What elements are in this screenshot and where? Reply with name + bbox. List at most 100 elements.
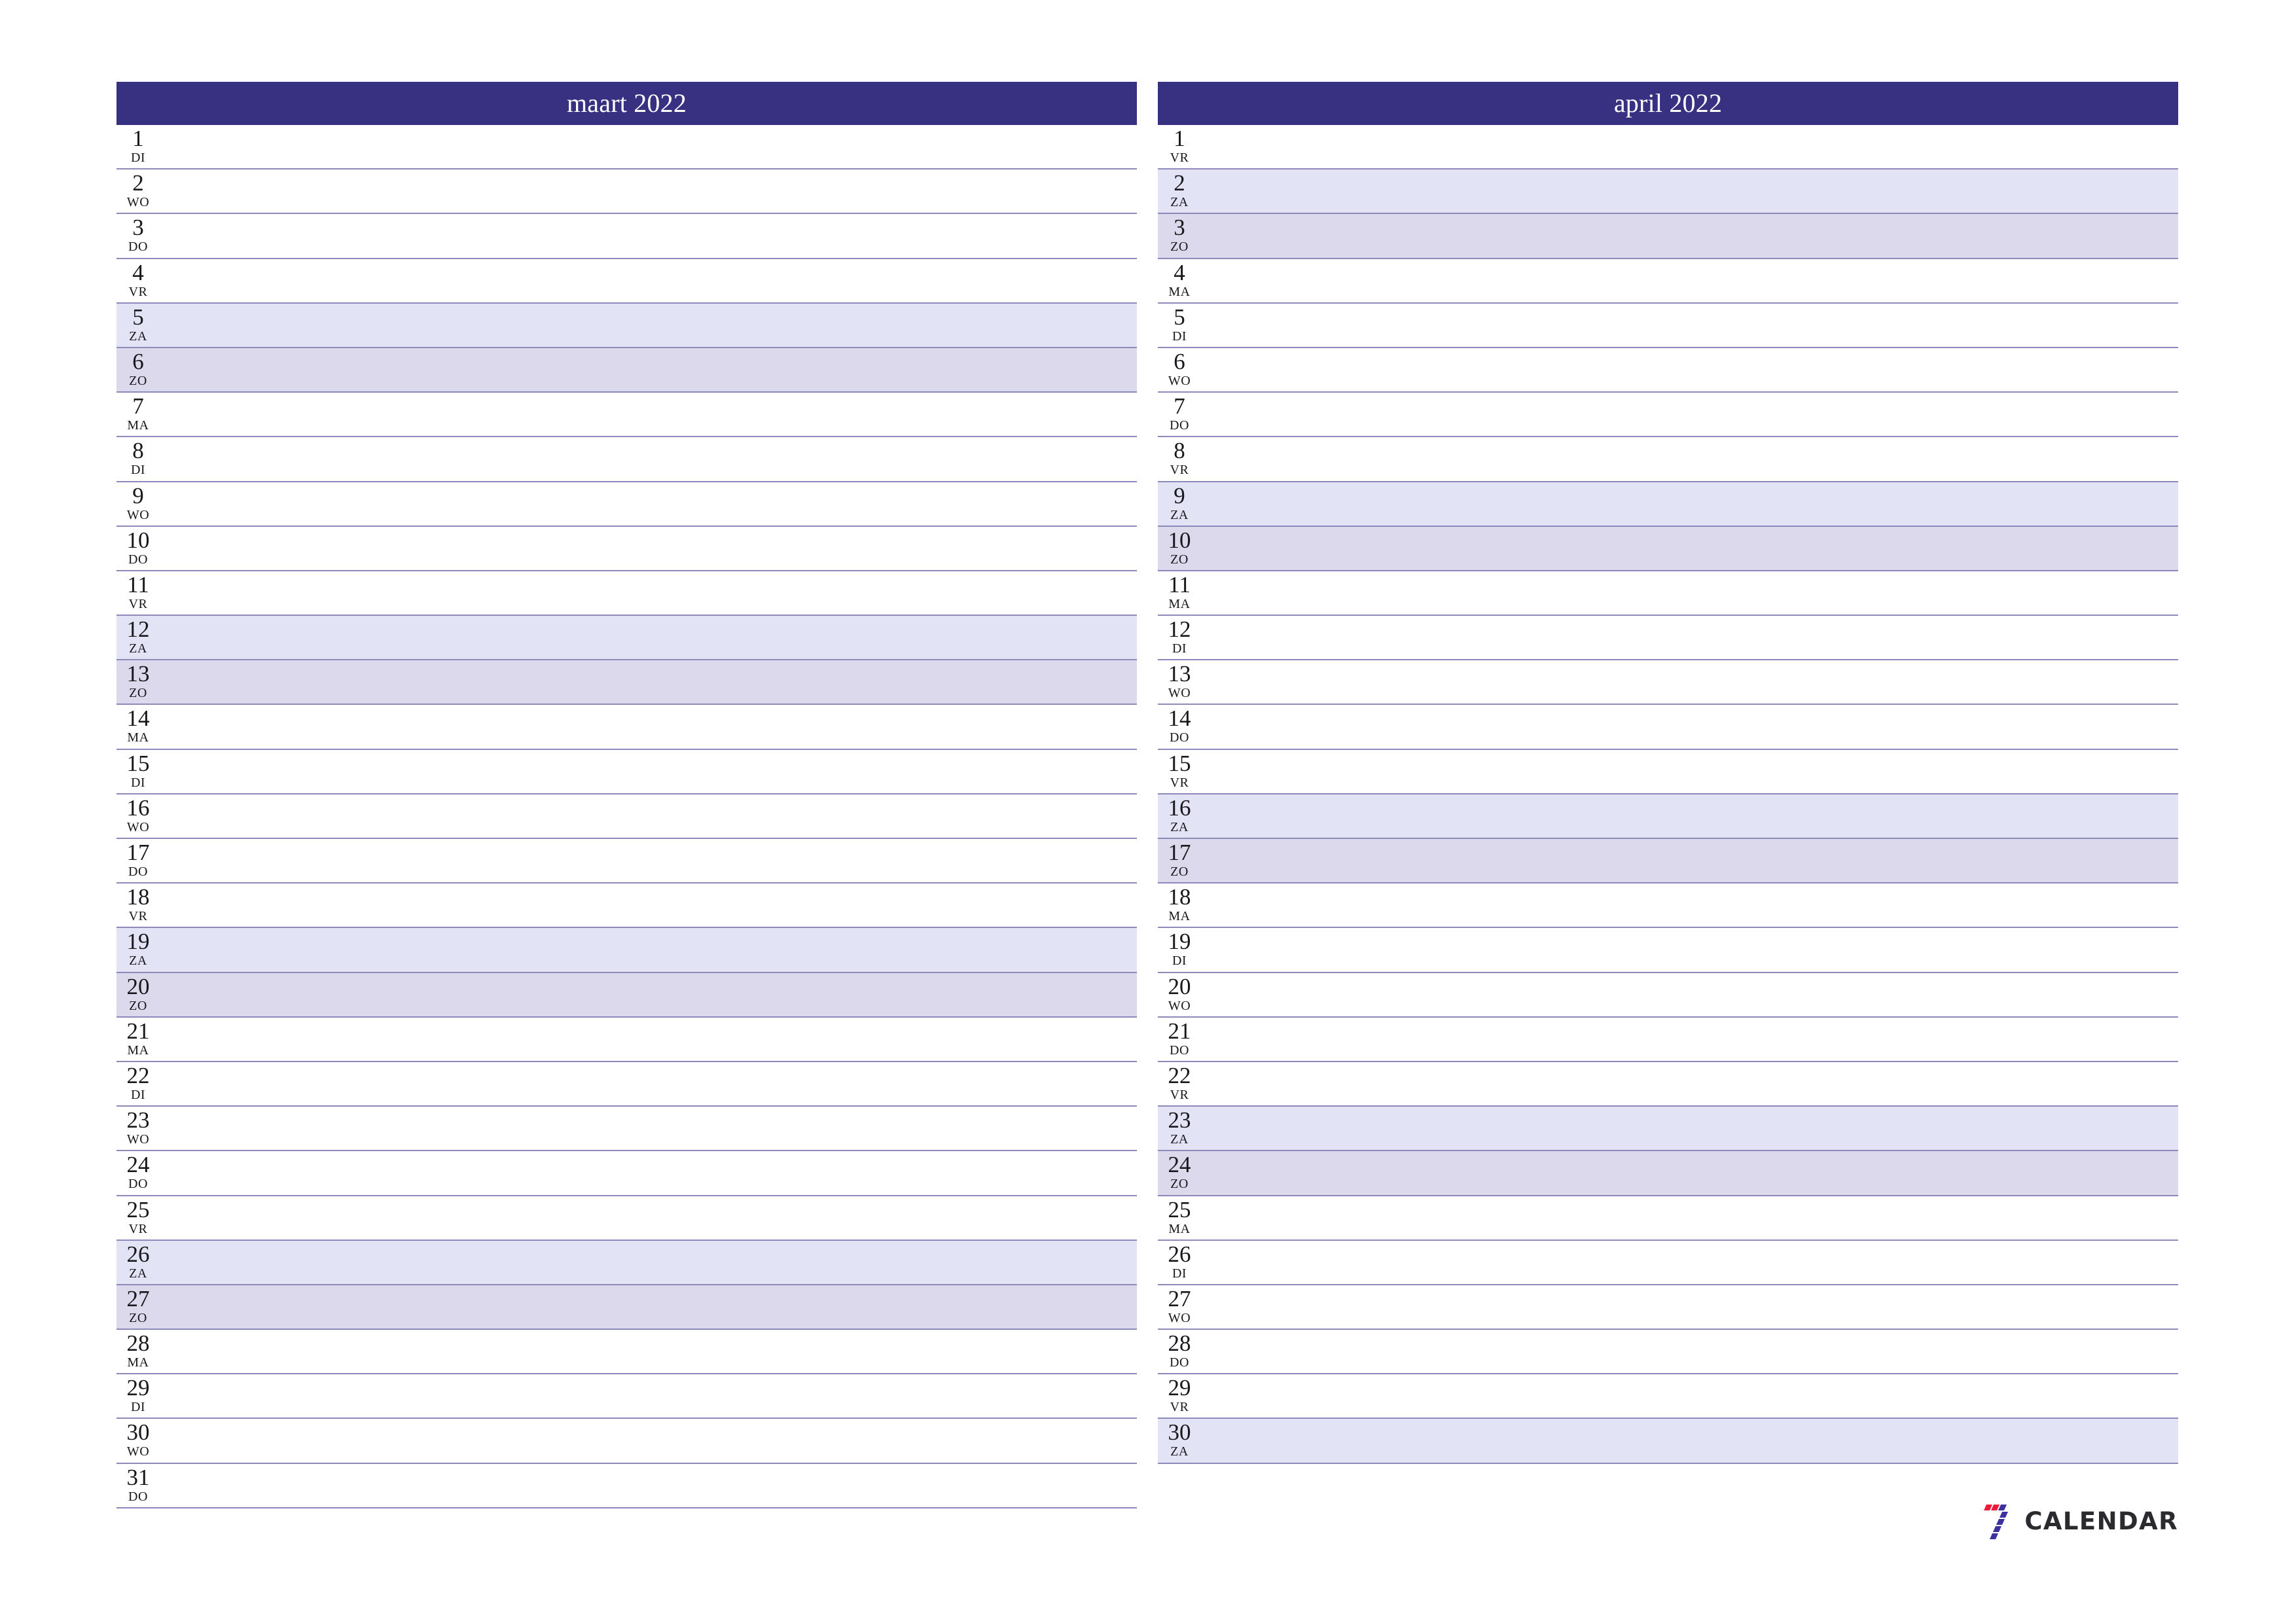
- day-notes-area[interactable]: [1201, 348, 2178, 391]
- day-row[interactable]: 25 MA: [1158, 1196, 2178, 1241]
- day-row[interactable]: 20 WO: [1158, 972, 2178, 1018]
- day-notes-area[interactable]: [160, 839, 1137, 882]
- day-row[interactable]: 30 WO: [117, 1419, 1137, 1464]
- day-notes-area[interactable]: [160, 1330, 1137, 1373]
- day-row[interactable]: 30 ZA: [1158, 1419, 2178, 1464]
- day-row[interactable]: 17 ZO: [1158, 839, 2178, 884]
- day-notes-area[interactable]: [160, 1419, 1137, 1462]
- day-notes-area[interactable]: [1201, 169, 2178, 213]
- day-notes-area[interactable]: [160, 393, 1137, 436]
- day-row[interactable]: 3 DO: [117, 214, 1137, 259]
- day-notes-area[interactable]: [1201, 1285, 2178, 1329]
- day-notes-area[interactable]: [160, 125, 1137, 168]
- day-notes-area[interactable]: [160, 527, 1137, 570]
- day-notes-area[interactable]: [1201, 1018, 2178, 1061]
- day-row[interactable]: 20 ZO: [117, 972, 1137, 1018]
- day-notes-area[interactable]: [160, 259, 1137, 302]
- day-notes-area[interactable]: [160, 750, 1137, 793]
- day-notes-area[interactable]: [160, 1107, 1137, 1150]
- day-row[interactable]: 18 VR: [117, 883, 1137, 929]
- day-row[interactable]: 16 WO: [117, 794, 1137, 839]
- day-notes-area[interactable]: [1201, 705, 2178, 748]
- day-notes-area[interactable]: [1201, 1196, 2178, 1240]
- day-row[interactable]: 11 MA: [1158, 571, 2178, 616]
- day-notes-area[interactable]: [160, 1464, 1137, 1507]
- day-notes-area[interactable]: [1201, 839, 2178, 882]
- day-row[interactable]: 22 VR: [1158, 1061, 2178, 1107]
- day-row[interactable]: 2 WO: [117, 169, 1137, 215]
- day-row[interactable]: 10 ZO: [1158, 526, 2178, 571]
- day-notes-area[interactable]: [160, 571, 1137, 615]
- day-row[interactable]: 15 DI: [117, 749, 1137, 794]
- day-row[interactable]: 17 DO: [117, 839, 1137, 884]
- day-notes-area[interactable]: [1201, 883, 2178, 927]
- day-row[interactable]: 21 DO: [1158, 1017, 2178, 1062]
- day-notes-area[interactable]: [1201, 1151, 2178, 1194]
- day-row[interactable]: 14 DO: [1158, 705, 2178, 750]
- day-row[interactable]: 25 VR: [117, 1196, 1137, 1241]
- day-row[interactable]: 27 WO: [1158, 1285, 2178, 1330]
- day-notes-area[interactable]: [160, 794, 1137, 838]
- day-row[interactable]: 28 MA: [117, 1330, 1137, 1375]
- day-row[interactable]: 24 DO: [117, 1151, 1137, 1196]
- day-row[interactable]: 13 WO: [1158, 660, 2178, 705]
- day-row[interactable]: 14 MA: [117, 705, 1137, 750]
- day-row[interactable]: 10 DO: [117, 526, 1137, 571]
- day-notes-area[interactable]: [160, 1196, 1137, 1240]
- day-notes-area[interactable]: [160, 928, 1137, 971]
- day-row[interactable]: 15 VR: [1158, 749, 2178, 794]
- day-notes-area[interactable]: [1201, 1419, 2178, 1462]
- day-notes-area[interactable]: [1201, 1062, 2178, 1105]
- day-row[interactable]: 23 WO: [117, 1107, 1137, 1152]
- day-notes-area[interactable]: [160, 1062, 1137, 1105]
- day-notes-area[interactable]: [1201, 750, 2178, 793]
- day-notes-area[interactable]: [160, 304, 1137, 347]
- day-row[interactable]: 19 DI: [1158, 928, 2178, 973]
- day-row[interactable]: 5 ZA: [117, 303, 1137, 348]
- day-row[interactable]: 3 ZO: [1158, 214, 2178, 259]
- day-notes-area[interactable]: [160, 1018, 1137, 1061]
- day-row[interactable]: 6 WO: [1158, 348, 2178, 393]
- day-row[interactable]: 4 MA: [1158, 259, 2178, 304]
- day-notes-area[interactable]: [1201, 482, 2178, 526]
- day-notes-area[interactable]: [160, 973, 1137, 1016]
- day-notes-area[interactable]: [160, 1241, 1137, 1284]
- day-row[interactable]: 19 ZA: [117, 928, 1137, 973]
- day-notes-area[interactable]: [1201, 1374, 2178, 1418]
- day-notes-area[interactable]: [1201, 571, 2178, 615]
- day-row[interactable]: 31 DO: [117, 1463, 1137, 1508]
- day-notes-area[interactable]: [160, 482, 1137, 526]
- day-notes-area[interactable]: [1201, 973, 2178, 1016]
- day-notes-area[interactable]: [160, 437, 1137, 480]
- day-row[interactable]: 7 DO: [1158, 393, 2178, 438]
- day-notes-area[interactable]: [1201, 1330, 2178, 1373]
- day-row[interactable]: 8 DI: [117, 437, 1137, 482]
- day-row[interactable]: 9 ZA: [1158, 482, 2178, 527]
- day-row[interactable]: 24 ZO: [1158, 1151, 2178, 1196]
- day-notes-area[interactable]: [1201, 616, 2178, 659]
- day-row[interactable]: 5 DI: [1158, 303, 2178, 348]
- day-notes-area[interactable]: [160, 883, 1137, 927]
- day-notes-area[interactable]: [1201, 1107, 2178, 1150]
- day-row[interactable]: 29 VR: [1158, 1374, 2178, 1419]
- day-row[interactable]: 1 VR: [1158, 125, 2178, 170]
- day-row[interactable]: 1 DI: [117, 125, 1137, 170]
- day-notes-area[interactable]: [160, 169, 1137, 213]
- day-notes-area[interactable]: [1201, 928, 2178, 971]
- day-notes-area[interactable]: [1201, 660, 2178, 704]
- day-notes-area[interactable]: [160, 705, 1137, 748]
- day-notes-area[interactable]: [160, 1285, 1137, 1329]
- day-row[interactable]: 23 ZA: [1158, 1107, 2178, 1152]
- day-row[interactable]: 12 ZA: [117, 616, 1137, 661]
- day-row[interactable]: 7 MA: [117, 393, 1137, 438]
- day-row[interactable]: 2 ZA: [1158, 169, 2178, 215]
- day-row[interactable]: 22 DI: [117, 1061, 1137, 1107]
- day-row[interactable]: 8 VR: [1158, 437, 2178, 482]
- day-notes-area[interactable]: [1201, 794, 2178, 838]
- day-notes-area[interactable]: [160, 1374, 1137, 1418]
- day-row[interactable]: 21 MA: [117, 1017, 1137, 1062]
- day-row[interactable]: 27 ZO: [117, 1285, 1137, 1330]
- day-row[interactable]: 4 VR: [117, 259, 1137, 304]
- day-row[interactable]: 11 VR: [117, 571, 1137, 616]
- day-row[interactable]: 12 DI: [1158, 616, 2178, 661]
